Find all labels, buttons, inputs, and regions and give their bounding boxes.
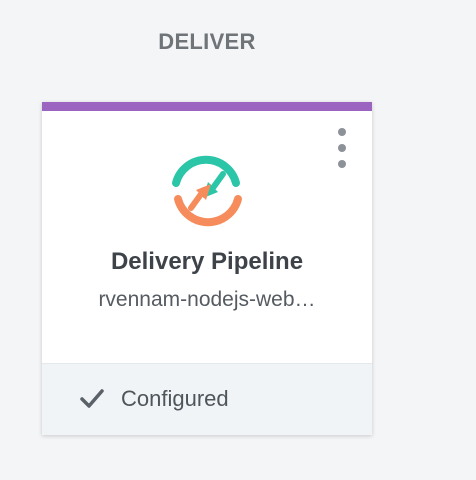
delivery-pipeline-card[interactable]: Delivery Pipeline rvennam-nodejs-web… Co… [42,102,372,435]
kebab-menu-icon[interactable] [332,128,352,176]
card-subtitle: rvennam-nodejs-web… [98,288,316,311]
card-title: Delivery Pipeline [110,248,304,275]
delivery-pipeline-icon [172,155,242,227]
kebab-dot [338,144,346,152]
status-label: Configured [121,386,229,411]
section-title: DELIVER [158,29,256,54]
card-status-footer: Configured [42,363,372,435]
checkmark-icon [80,389,104,408]
kebab-dot [338,128,346,136]
kebab-dot [338,160,346,168]
